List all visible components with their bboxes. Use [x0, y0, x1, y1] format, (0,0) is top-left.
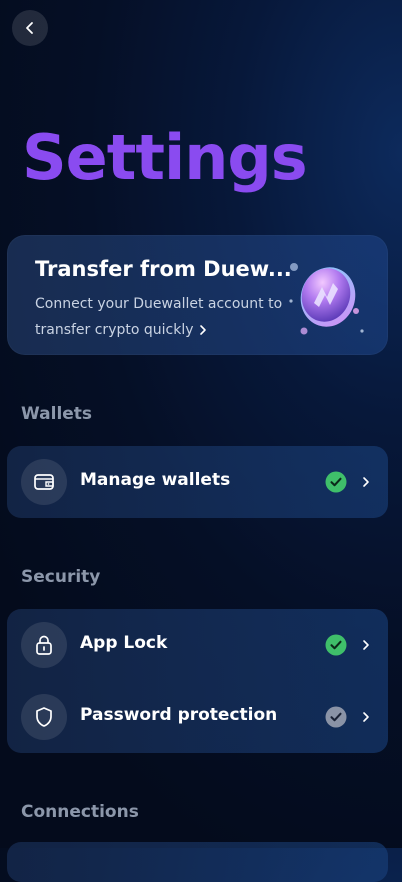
- security-group: App Lock Password protection: [7, 609, 388, 753]
- chevron-right-icon: [199, 325, 206, 335]
- row-label: Manage wallets: [80, 470, 231, 490]
- row-label: Password protection: [80, 705, 278, 725]
- promo-description: Connect your Duewallet account to transf…: [35, 296, 283, 338]
- settings-row-password-protection[interactable]: Password protection: [7, 681, 388, 753]
- connections-group: [7, 842, 388, 882]
- chevron-left-icon: [26, 22, 33, 34]
- check-circle-icon: [325, 706, 347, 728]
- wallets-group: Manage wallets: [7, 446, 388, 518]
- row-label: App Lock: [80, 633, 168, 653]
- back-button[interactable]: [12, 10, 48, 46]
- section-label-connections: Connections: [21, 802, 139, 822]
- page-title: Settings: [22, 121, 308, 194]
- chevron-right-icon: [363, 640, 369, 650]
- wallet-icon: [21, 459, 67, 505]
- check-circle-icon: [325, 471, 347, 493]
- lock-icon: [21, 622, 67, 668]
- duewallet-coin-icon: [289, 263, 364, 335]
- settings-row-manage-wallets[interactable]: Manage wallets: [7, 446, 388, 518]
- check-circle-icon: [325, 634, 347, 656]
- chevron-right-icon: [363, 712, 369, 722]
- section-label-security: Security: [21, 567, 101, 587]
- transfer-promo-card[interactable]: Transfer from Duew... Connect your Duewa…: [7, 235, 388, 355]
- shield-icon: [21, 694, 67, 740]
- settings-row-app-lock[interactable]: App Lock: [7, 609, 388, 681]
- chevron-right-icon: [363, 477, 369, 487]
- promo-title: Transfer from Duew...: [35, 257, 292, 281]
- section-label-wallets: Wallets: [21, 404, 93, 424]
